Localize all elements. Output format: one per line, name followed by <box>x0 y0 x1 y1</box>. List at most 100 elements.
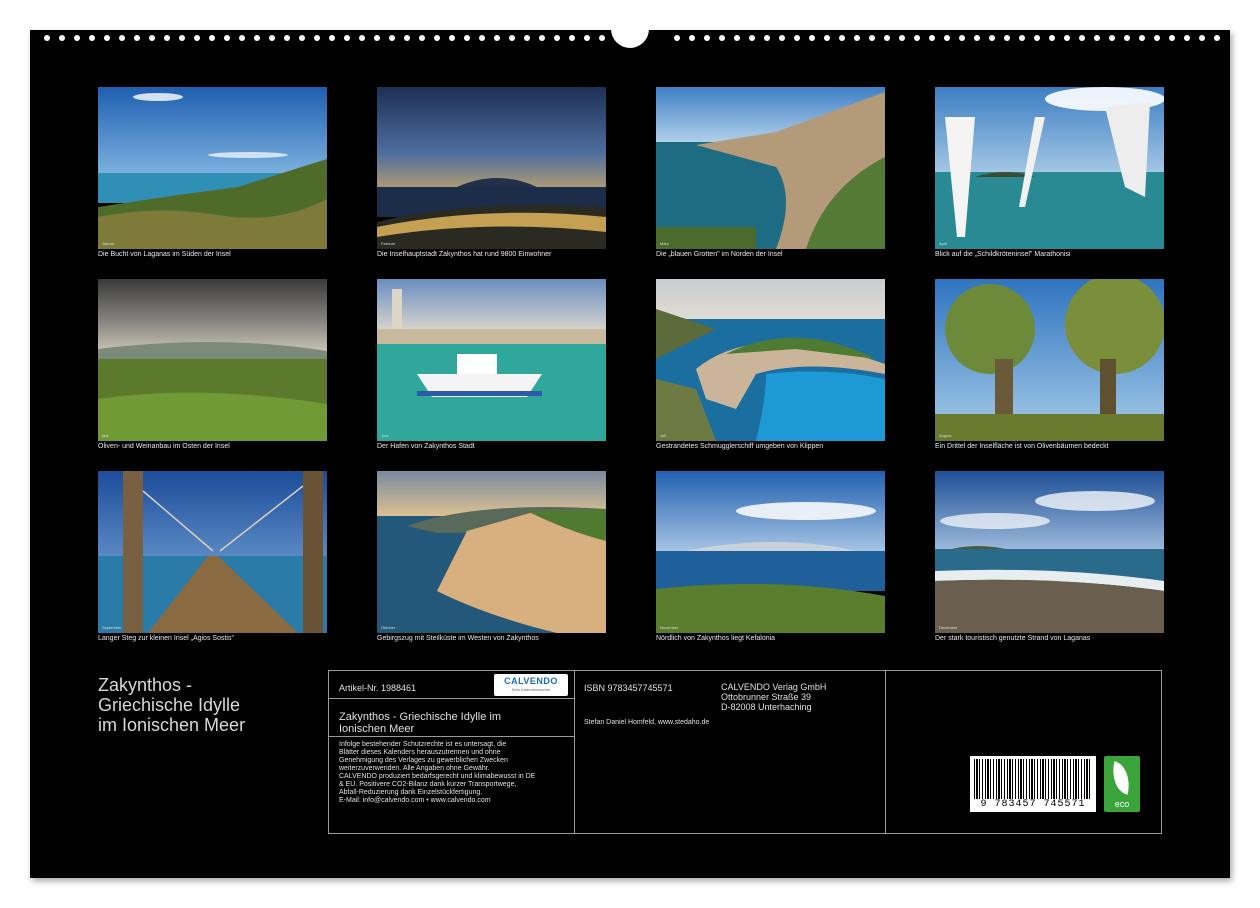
binding-hole <box>1079 35 1085 41</box>
photo-caption: Der Hafen von Zakynthos Stadt <box>377 443 475 450</box>
binding-hole <box>899 35 905 41</box>
binding-hole <box>164 35 170 41</box>
article-number: Artikel-Nr. 1988461 <box>339 683 417 693</box>
month-label: Mai <box>102 433 109 438</box>
eco-label: eco <box>1114 799 1130 809</box>
binding-hole <box>149 35 155 41</box>
binding-hole <box>494 35 500 41</box>
binding-hole <box>599 35 605 41</box>
photo-caption: Gebirgszug mit Steilküste im Westen von … <box>377 635 539 642</box>
binding-hole <box>329 35 335 41</box>
leaf-icon <box>1108 761 1134 795</box>
photo-caption: Gestrandetes Schmugglerschiff umgeben vo… <box>656 443 824 450</box>
photo-january: Januar <box>98 87 327 249</box>
month-label: Dezember <box>939 625 958 630</box>
photo-june: Juni <box>377 279 606 441</box>
eco-badge: eco <box>1104 756 1140 812</box>
calendar-title: Zakynthos - Griechische Idylle im Ionisc… <box>98 675 245 735</box>
binding-hole <box>269 35 275 41</box>
binding-hole <box>824 35 830 41</box>
photo-caption: Die Bucht von Laganas im Süden der Insel <box>98 251 231 258</box>
photo-caption: Die „blauen Grotten" im Norden der Insel <box>656 251 783 258</box>
binding-hole <box>239 35 245 41</box>
photo-caption: Oliven- und Weinanbau im Osten der Insel <box>98 443 230 450</box>
binding-hole <box>434 35 440 41</box>
logo-subtext: Dein Kalendermacher <box>511 687 551 692</box>
binding-hole <box>869 35 875 41</box>
photo-july: Juli <box>656 279 885 441</box>
product-title: Zakynthos - Griechische Idylle im Ionisc… <box>339 711 501 735</box>
binding-hole <box>974 35 980 41</box>
info-divider <box>328 698 575 699</box>
binding-hole <box>1199 35 1205 41</box>
binding-hole <box>209 35 215 41</box>
photo-october: Oktober <box>377 471 606 633</box>
barcode-number: 9 783457 745571 <box>980 799 1086 810</box>
binding-hole <box>104 35 110 41</box>
month-label: März <box>660 241 669 246</box>
photo-caption: Blick auf die „Schildkröteninsel" Marath… <box>935 251 1071 258</box>
binding-hole <box>1094 35 1100 41</box>
binding-hole <box>419 35 425 41</box>
binding-hole <box>719 35 725 41</box>
binding-hole <box>194 35 200 41</box>
binding-hole <box>59 35 65 41</box>
binding-hole <box>539 35 545 41</box>
author-credit: Stefan Daniel Homfeld, www.stedaho.de <box>584 719 710 726</box>
binding-hole <box>704 35 710 41</box>
binding-hole <box>1214 35 1220 41</box>
binding-hole <box>1019 35 1025 41</box>
photo-april: April <box>935 87 1164 249</box>
binding-hole <box>1064 35 1070 41</box>
binding-hole <box>524 35 530 41</box>
binding-hole <box>1004 35 1010 41</box>
photo-november: November <box>656 471 885 633</box>
binding-hole <box>1049 35 1055 41</box>
binding-hole <box>689 35 695 41</box>
photo-may: Mai <box>98 279 327 441</box>
binding-hole <box>944 35 950 41</box>
binding-hole <box>404 35 410 41</box>
binding-hole <box>809 35 815 41</box>
isbn: ISBN 9783457745571 <box>584 683 673 693</box>
binding-hole <box>74 35 80 41</box>
binding-hole <box>449 35 455 41</box>
binding-hole <box>674 35 680 41</box>
binding-hole <box>479 35 485 41</box>
month-label: Juni <box>381 433 389 438</box>
binding-hole <box>89 35 95 41</box>
photo-caption: Langer Steg zur kleinen Insel „Agios Sos… <box>98 635 234 642</box>
binding-hole <box>374 35 380 41</box>
binding-hole <box>734 35 740 41</box>
binding-hole <box>1139 35 1145 41</box>
binding-hole <box>44 35 50 41</box>
binding-hole <box>299 35 305 41</box>
binding-hole <box>284 35 290 41</box>
calvendo-logo: CALVENDO Dein Kalendermacher <box>494 674 568 696</box>
binding-hole <box>884 35 890 41</box>
photo-february: Februar <box>377 87 606 249</box>
photo-december: Dezember <box>935 471 1164 633</box>
binding-hole <box>254 35 260 41</box>
binding-hole <box>224 35 230 41</box>
month-label: September <box>102 625 122 630</box>
calendar-back-page: Januar Februar März April Die Bucht von … <box>30 24 1230 878</box>
binding-hole <box>1154 35 1160 41</box>
title-line: Zakynthos - <box>98 675 193 695</box>
photo-september: September <box>98 471 327 633</box>
binding-hole <box>359 35 365 41</box>
photo-caption: Nördlich von Zakynthos liegt Kefalonia <box>656 635 776 642</box>
month-label: Juli <box>660 433 667 438</box>
photo-march: März <box>656 87 885 249</box>
legal-text: Infolge bestehender Schutzrechte ist es … <box>339 741 536 804</box>
photo-caption: Der stark touristisch genutzte Strand vo… <box>935 635 1091 642</box>
title-line: Griechische Idylle <box>98 695 241 715</box>
binding-hole <box>929 35 935 41</box>
binding-hole <box>764 35 770 41</box>
binding-hole <box>854 35 860 41</box>
binding-hole <box>1109 35 1115 41</box>
photo-august: August <box>935 279 1164 441</box>
binding-hole <box>344 35 350 41</box>
binding-hole <box>389 35 395 41</box>
binding-hole <box>1034 35 1040 41</box>
